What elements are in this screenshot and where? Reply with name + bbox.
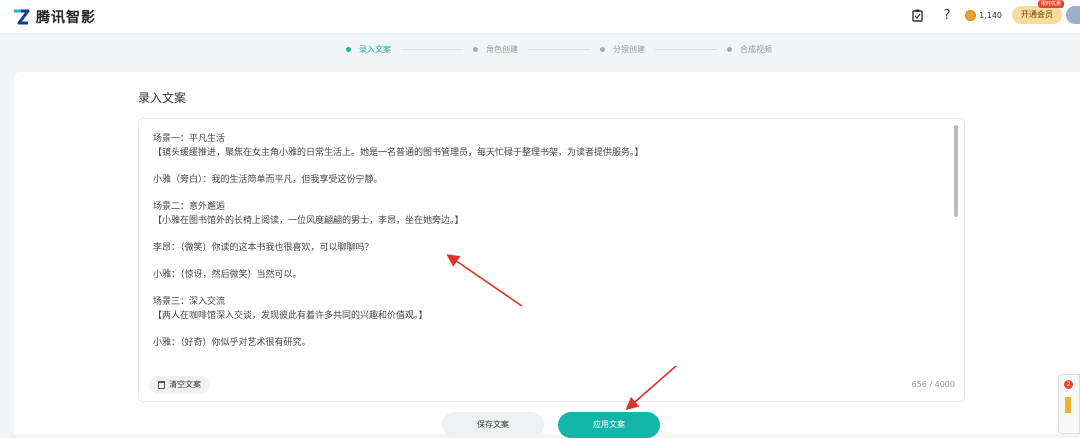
clear-label: 清空文案: [169, 380, 201, 389]
clipboard-icon[interactable]: [909, 7, 925, 23]
step-label: 分镜创建: [613, 45, 645, 54]
save-script-button[interactable]: 保存文案: [442, 412, 544, 438]
vip-button[interactable]: 开通会员 限时优惠: [1012, 0, 1064, 24]
progress-steps: 录入文案 角色创建 分镜创建 合成视频: [346, 44, 772, 55]
side-widget-icon: [1065, 397, 1071, 413]
step-label: 合成视频: [740, 45, 772, 54]
trash-icon: [158, 381, 165, 389]
step-dot: [727, 47, 732, 52]
app-name: 腾讯智影: [36, 10, 96, 26]
script-editor[interactable]: 场景一：平凡生活 【镜头缓缓推进，聚焦在女主角小雅的日常生活上。她是一名普通的图…: [138, 118, 965, 402]
step-connector: [401, 49, 463, 50]
app-logo[interactable]: 腾讯智影: [12, 7, 96, 27]
step-create-role[interactable]: 角色创建: [473, 44, 518, 55]
notification-badge: 2: [1064, 380, 1073, 389]
vip-label: 开通会员: [1021, 10, 1053, 19]
editor-scrollbar[interactable]: [954, 125, 958, 217]
step-dot: [600, 47, 605, 52]
step-input-script[interactable]: 录入文案: [346, 44, 391, 55]
step-label: 录入文案: [359, 45, 391, 54]
vip-promo-tag: 限时优惠: [1037, 0, 1064, 8]
logo-icon: [14, 9, 30, 25]
clear-script-button[interactable]: 清空文案: [149, 376, 210, 394]
step-label: 角色创建: [486, 45, 518, 54]
coin-icon: [965, 9, 977, 21]
top-bar: 腾讯智影 ? 1,140 开通会员 限时优惠: [0, 0, 1080, 34]
help-icon[interactable]: ?: [939, 7, 955, 23]
section-title: 录入文案: [138, 91, 187, 105]
step-connector: [528, 49, 590, 50]
step-dot: [473, 47, 478, 52]
coin-balance[interactable]: 1,140: [965, 9, 1002, 21]
step-connector: [655, 49, 717, 50]
side-float-widget[interactable]: 2: [1058, 374, 1080, 434]
script-text[interactable]: 场景一：平凡生活 【镜头缓缓推进，聚焦在女主角小雅的日常生活上。她是一名普通的图…: [153, 133, 943, 363]
step-compose-video[interactable]: 合成视频: [727, 44, 772, 55]
char-counter: 656 / 4000: [911, 380, 955, 389]
apply-script-button[interactable]: 应用文案: [558, 412, 660, 438]
step-create-storyboard[interactable]: 分镜创建: [600, 44, 645, 55]
avatar[interactable]: [1066, 6, 1080, 24]
coin-count: 1,140: [979, 10, 1002, 20]
step-dot: [346, 47, 351, 52]
